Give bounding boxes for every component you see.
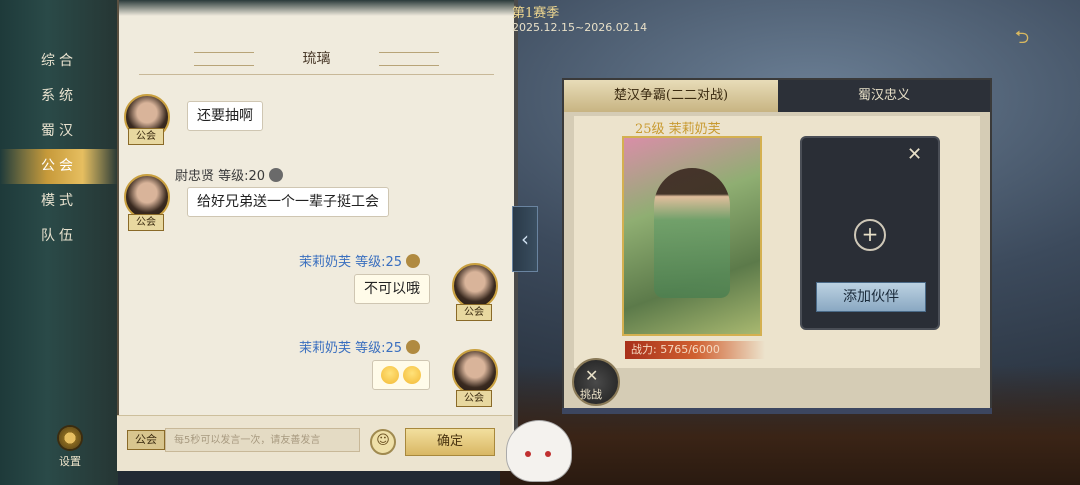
guild-badge: 公会 <box>456 304 492 321</box>
chat-bubble: 还要抽啊 <box>187 101 263 131</box>
challenge-label: 挑战 <box>580 388 602 401</box>
level-icon <box>406 254 421 268</box>
hero-level-name: 25级 茉莉奶芙 <box>635 122 721 137</box>
hero-card[interactable] <box>622 136 762 336</box>
challenge-button[interactable]: ✕ 挑战 <box>572 358 620 406</box>
nav-item-team[interactable]: 队伍 <box>0 219 118 254</box>
add-partner-button[interactable]: 添加伙伴 <box>816 282 926 312</box>
settings-button[interactable]: 设置 <box>50 425 90 469</box>
smile-icon: ☺ <box>376 433 390 448</box>
plus-icon[interactable]: + <box>854 219 886 251</box>
chat-input-bar: 公会 每5秒可以发言一次，请友善发言 ☺ 确定 <box>117 415 512 471</box>
smile-emoji-icon <box>403 366 421 384</box>
back-icon[interactable]: ⮌ <box>1002 28 1042 48</box>
level-icon <box>406 340 421 354</box>
emoji-button[interactable]: ☺ <box>370 429 396 455</box>
mascot-eye <box>545 451 551 457</box>
power-value: 5765/6000 <box>660 343 720 356</box>
smile-emoji-icon <box>381 366 399 384</box>
panel-ornament <box>119 0 514 16</box>
chat-bubble: 给好兄弟送一个一辈子挺工会 <box>187 187 389 217</box>
mascot[interactable] <box>498 410 578 485</box>
level-icon <box>269 168 284 182</box>
mascot-eye <box>525 451 531 457</box>
avatar[interactable] <box>452 263 498 309</box>
chat-bubble <box>372 360 430 390</box>
sender-name: 茉莉奶芙 等级:25 <box>299 337 421 356</box>
close-icon[interactable]: ✕ <box>907 144 922 165</box>
nav-item-shuhan[interactable]: 蜀汉 <box>0 114 118 149</box>
nav-item-system[interactable]: 系统 <box>0 79 118 114</box>
chat-panel: 琉璃 公会 还要抽啊 尉忠贤 等级:20 公会 给好兄弟送一个一辈子挺工会 茉莉… <box>117 0 518 470</box>
hero-portrait <box>654 168 730 298</box>
panel-bottom-bar <box>562 408 992 414</box>
send-button[interactable]: 确定 <box>405 428 495 456</box>
nav-item-general[interactable]: 综合 <box>0 44 118 79</box>
chat-input[interactable]: 每5秒可以发言一次，请友善发言 <box>165 428 360 452</box>
settings-label: 设置 <box>59 455 81 468</box>
channel-selector[interactable]: 公会 <box>127 430 165 450</box>
tab-chuhan[interactable]: 楚汉争霸(二二对战) <box>564 80 778 112</box>
sender-name: 茉莉奶芙 等级:25 <box>299 251 421 270</box>
power-label: 战力: <box>631 343 657 356</box>
divider <box>139 74 494 75</box>
guild-badge: 公会 <box>128 128 164 145</box>
mascot-body <box>506 420 572 482</box>
collapse-chat-button[interactable]: ‹ <box>512 206 538 272</box>
guild-badge: 公会 <box>128 214 164 231</box>
mode-tabs: 楚汉争霸(二二对战) 蜀汉忠义 <box>564 80 990 112</box>
nav-item-mode[interactable]: 模式 <box>0 184 118 219</box>
season-dates: 2025.12.15~2026.02.14 <box>512 21 648 34</box>
tab-shuhan[interactable]: 蜀汉忠义 <box>778 80 990 112</box>
gear-icon <box>57 425 83 451</box>
power-bar: 战力: 5765/6000 <box>625 341 765 359</box>
crossed-swords-icon: ✕ <box>585 366 599 385</box>
sender-name: 尉忠贤 等级:20 <box>175 165 284 184</box>
guild-badge: 公会 <box>456 390 492 407</box>
season-title: 第1赛季 <box>512 6 560 21</box>
nav-item-guild[interactable]: 公会 <box>0 149 118 184</box>
chat-title: 琉璃 <box>302 51 331 67</box>
avatar[interactable] <box>452 349 498 395</box>
chat-bubble: 不可以哦 <box>354 274 430 304</box>
chevron-left-icon: ‹ <box>521 227 529 251</box>
chat-channel-nav: 综合 系统 蜀汉 公会 模式 队伍 <box>0 44 118 254</box>
